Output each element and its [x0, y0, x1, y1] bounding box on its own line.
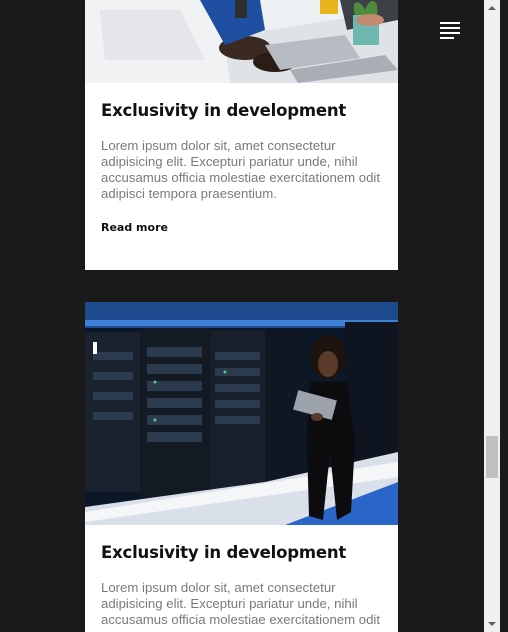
card-title: Exclusivity in development	[101, 101, 347, 120]
hamburger-menu-icon[interactable]	[440, 22, 466, 42]
blog-card: Exclusivity in development Lorem ipsum d…	[85, 302, 398, 632]
page-scrollbar[interactable]	[484, 0, 500, 632]
card-excerpt: Lorem ipsum dolor sit, amet consectetur …	[101, 580, 381, 627]
server-room-photo	[85, 302, 398, 525]
blog-card: Exclusivity in development Lorem ipsum d…	[85, 0, 398, 270]
card-title: Exclusivity in development	[101, 543, 347, 562]
scroll-down-button[interactable]	[484, 616, 500, 632]
window-edge	[500, 0, 508, 632]
team-meeting-photo	[85, 0, 398, 83]
page-viewport: Exclusivity in development Lorem ipsum d…	[0, 0, 484, 632]
card-excerpt: Lorem ipsum dolor sit, amet consectetur …	[101, 138, 381, 201]
scroll-up-button[interactable]	[484, 0, 500, 16]
chevron-up-icon	[488, 6, 496, 10]
read-more-link[interactable]: Read more	[101, 221, 168, 234]
chevron-down-icon	[488, 622, 496, 626]
card-image-server-room	[85, 302, 398, 525]
scrollbar-thumb[interactable]	[486, 436, 498, 478]
card-image-team-meeting	[85, 0, 398, 83]
